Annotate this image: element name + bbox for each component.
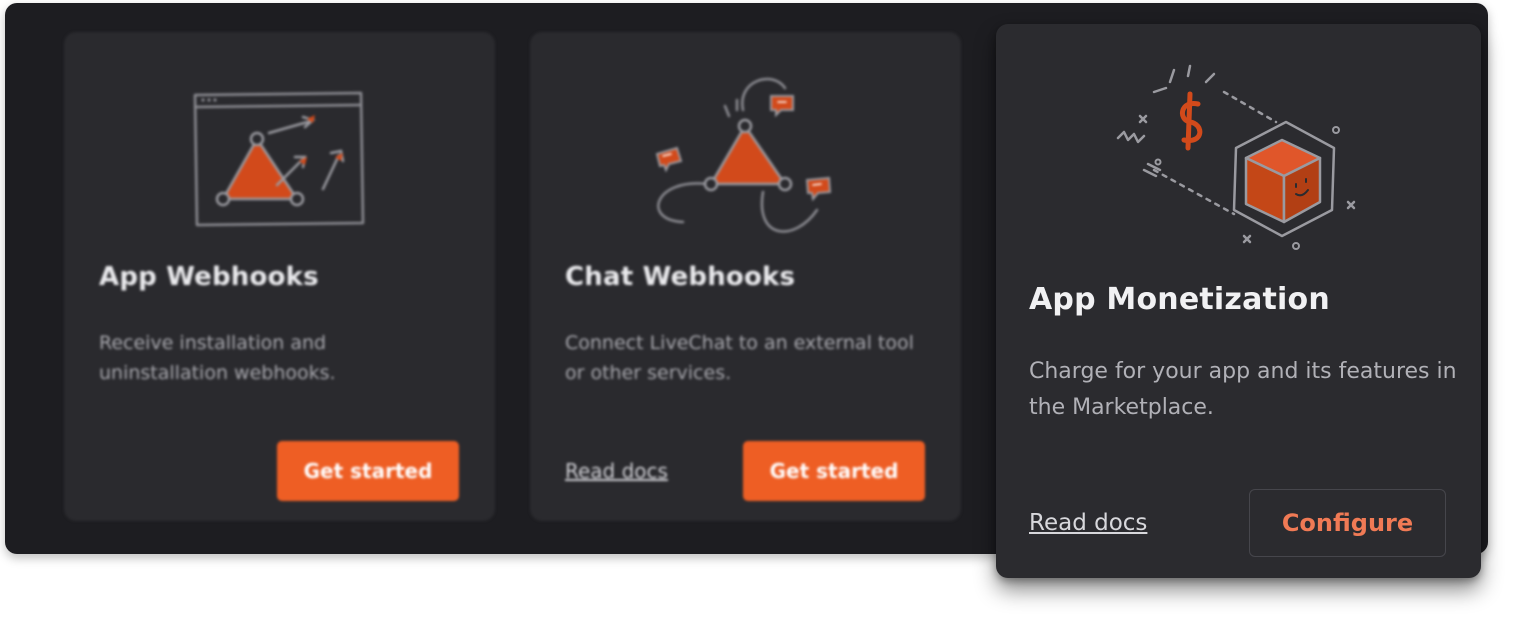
monetization-box-illustration xyxy=(1116,64,1356,250)
chat-network-illustration xyxy=(655,77,832,233)
card-description: Receive installation and uninstallation … xyxy=(99,332,336,384)
card-chat-webhooks: Chat Webhooks Connect LiveChat to an ext… xyxy=(530,32,961,521)
card-description: Connect LiveChat to an external tool or … xyxy=(565,332,914,384)
read-docs-link[interactable]: Read docs xyxy=(565,459,668,483)
webhook-browser-illustration xyxy=(193,91,365,227)
read-docs-link[interactable]: Read docs xyxy=(1029,510,1147,536)
card-description: Charge for your app and its features in … xyxy=(1029,359,1457,420)
card-title: App Webhooks xyxy=(99,262,319,292)
card-title: App Monetization xyxy=(1029,282,1330,317)
configure-button[interactable]: Configure xyxy=(1249,489,1446,557)
card-app-monetization: App Monetization Charge for your app and… xyxy=(996,24,1481,578)
card-app-webhooks: App Webhooks Receive installation and un… xyxy=(64,32,495,521)
get-started-button[interactable]: Get started xyxy=(277,441,459,501)
get-started-button[interactable]: Get started xyxy=(743,441,925,501)
card-title: Chat Webhooks xyxy=(565,262,796,292)
